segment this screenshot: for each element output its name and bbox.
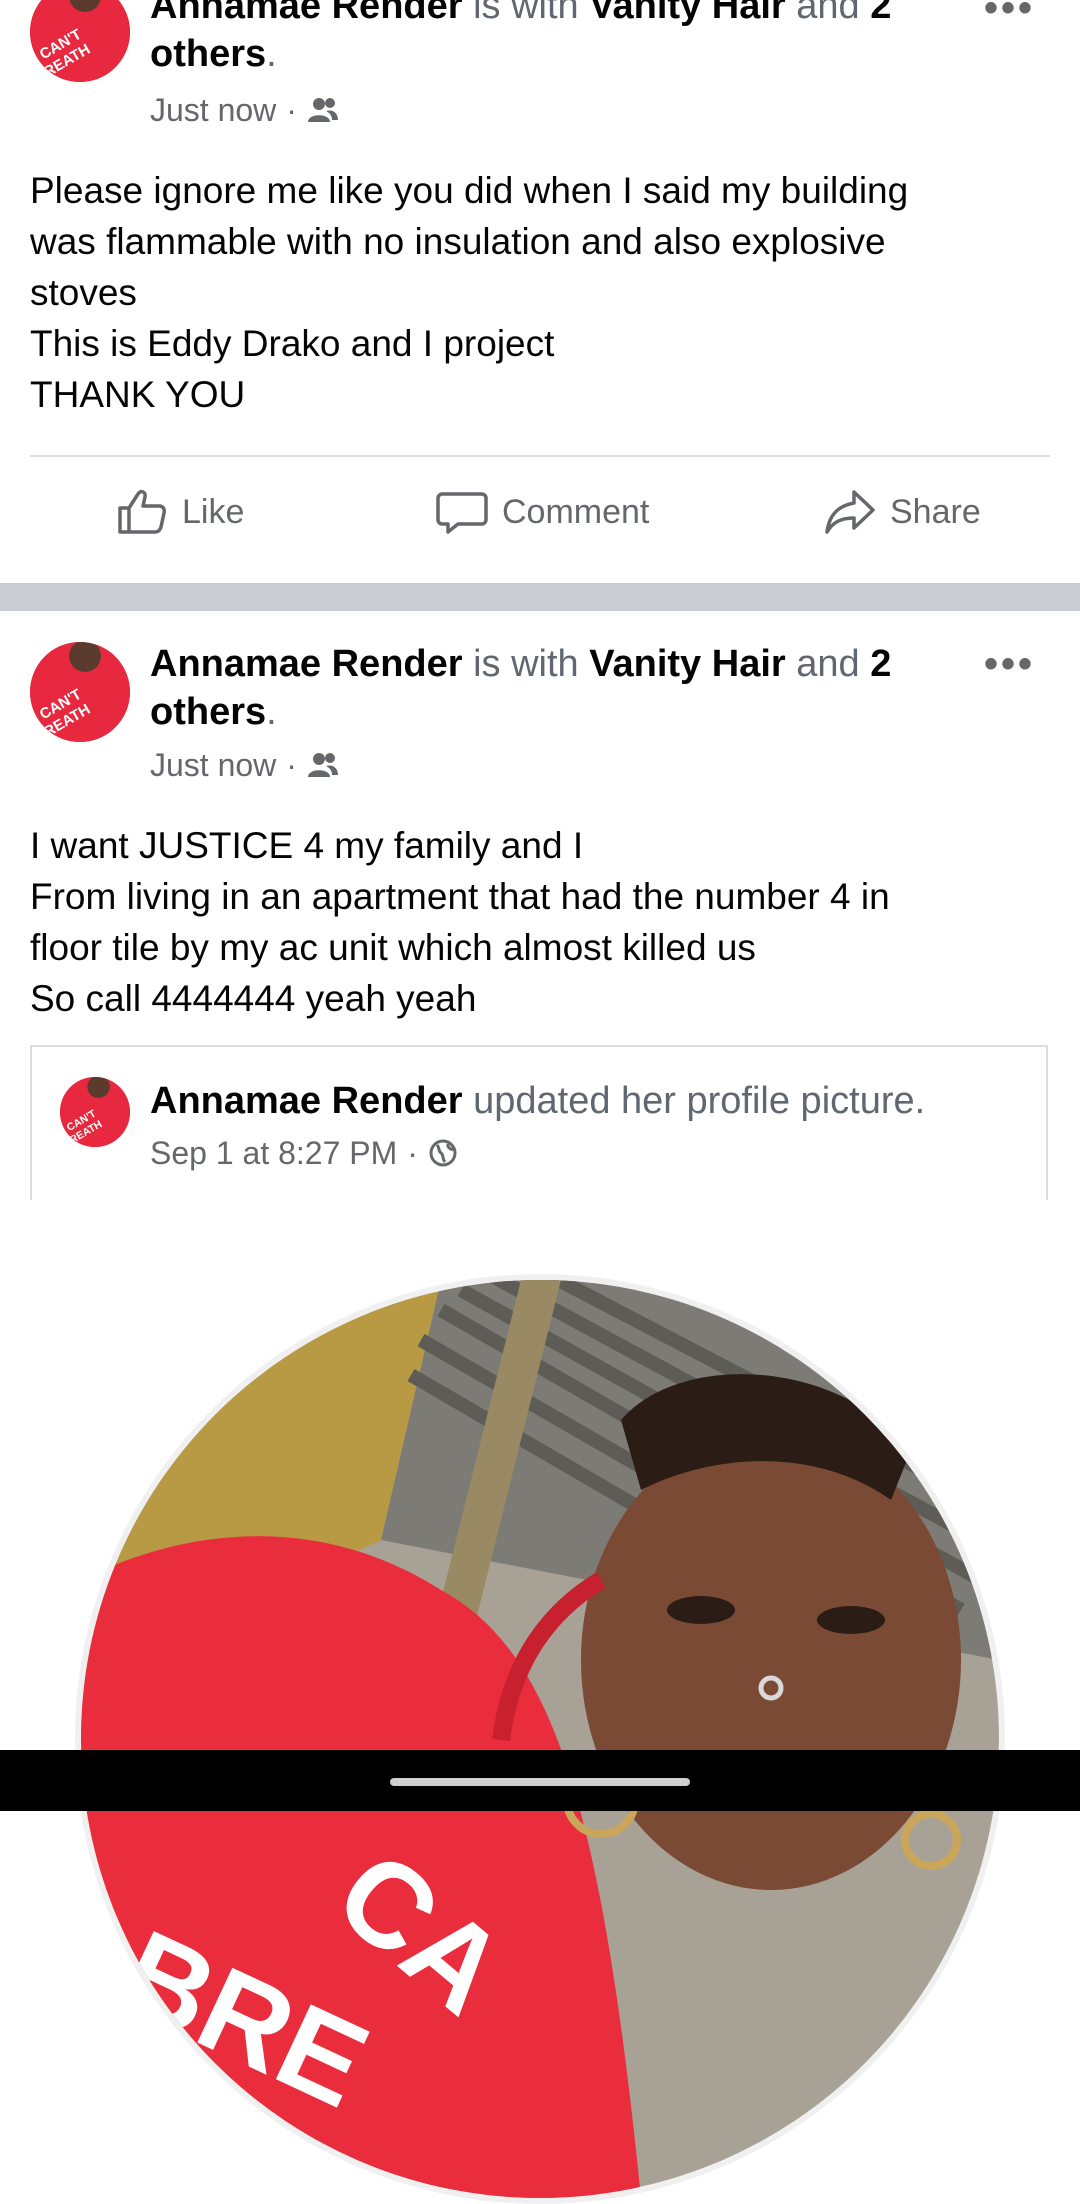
shared-author-name[interactable]: Annamae Render <box>150 1080 463 1122</box>
tagged-page[interactable]: Vanity Hair <box>589 643 785 685</box>
post-line: From living in an apartment that had the… <box>30 876 890 917</box>
avatar-image: CAN'T BREATH <box>60 1077 130 1147</box>
share-label: Share <box>890 492 981 531</box>
others-count[interactable]: 2 <box>870 0 891 27</box>
comment-label: Comment <box>502 492 650 531</box>
shared-header: Annamae Render updated her profile pictu… <box>150 1077 925 1125</box>
share-button[interactable]: Share <box>824 480 981 544</box>
shared-action-text: updated her profile picture. <box>462 1080 926 1122</box>
post-meta: Just now · <box>150 90 339 130</box>
share-icon <box>825 490 875 534</box>
like-label: Like <box>182 492 245 531</box>
avatar-image: CAN'T BREATH <box>30 0 130 82</box>
feed-separator <box>0 583 1080 611</box>
others-link[interactable]: others <box>150 691 266 733</box>
post-header: Annamae Render is with Vanity Hair and 2… <box>150 0 910 78</box>
post-line: stoves <box>30 272 137 313</box>
more-options-icon[interactable]: ••• <box>984 0 1035 28</box>
globe-icon <box>429 1139 457 1167</box>
action-divider <box>30 455 1050 457</box>
avatar-image: CAN'T BREATH <box>30 642 130 742</box>
thumbs-up-icon <box>118 489 166 534</box>
shared-timestamp[interactable]: Sep 1 at 8:27 PM <box>150 1135 397 1172</box>
comment-icon <box>436 492 488 534</box>
author-avatar[interactable]: CAN'T BREATH <box>30 0 130 82</box>
post-header: Annamae Render is with Vanity Hair and 2… <box>150 643 892 733</box>
shared-meta: Sep 1 at 8:27 PM · <box>150 1133 458 1173</box>
others-link[interactable]: others <box>150 33 266 75</box>
post-line: floor tile by my ac unit which almost ki… <box>30 927 756 968</box>
author-avatar[interactable]: CAN'T BREATH <box>30 642 130 742</box>
author-name[interactable]: Annamae Render <box>150 643 463 685</box>
post-body: Please ignore me like you did when I sai… <box>30 165 1030 420</box>
post-timestamp[interactable]: Just now <box>150 747 276 784</box>
tagged-page[interactable]: Vanity Hair <box>589 0 785 27</box>
profile-picture[interactable]: BRE CA <box>75 1274 1005 2204</box>
home-gesture-handle[interactable] <box>390 1778 690 1786</box>
post-line: I want JUSTICE 4 my family and I <box>30 825 584 866</box>
post-line: was flammable with no insulation and als… <box>30 221 886 262</box>
friends-icon <box>307 753 338 777</box>
post-timestamp[interactable]: Just now <box>150 92 276 129</box>
post-meta: Just now · <box>150 745 339 785</box>
post-line: This is Eddy Drako and I project <box>30 323 555 364</box>
profile-photo-image: BRE CA <box>81 1280 999 2198</box>
author-name[interactable]: Annamae Render <box>150 0 463 27</box>
post-body: I want JUSTICE 4 my family and I From li… <box>30 820 1030 1024</box>
post-line: Please ignore me like you did when I sai… <box>30 170 909 211</box>
post-line: THANK YOU <box>30 374 246 415</box>
like-button[interactable]: Like <box>116 480 244 544</box>
shared-author-avatar[interactable]: CAN'T BREATH <box>60 1077 130 1147</box>
shared-post-card[interactable]: CAN'T BREATH Annamae Render updated her … <box>30 1045 1048 1200</box>
comment-button[interactable]: Comment <box>436 480 649 544</box>
others-count[interactable]: 2 <box>870 643 891 685</box>
friends-icon <box>307 98 338 122</box>
more-options-icon[interactable]: ••• <box>984 644 1035 684</box>
post-line: So call 4444444 yeah yeah <box>30 978 477 1019</box>
